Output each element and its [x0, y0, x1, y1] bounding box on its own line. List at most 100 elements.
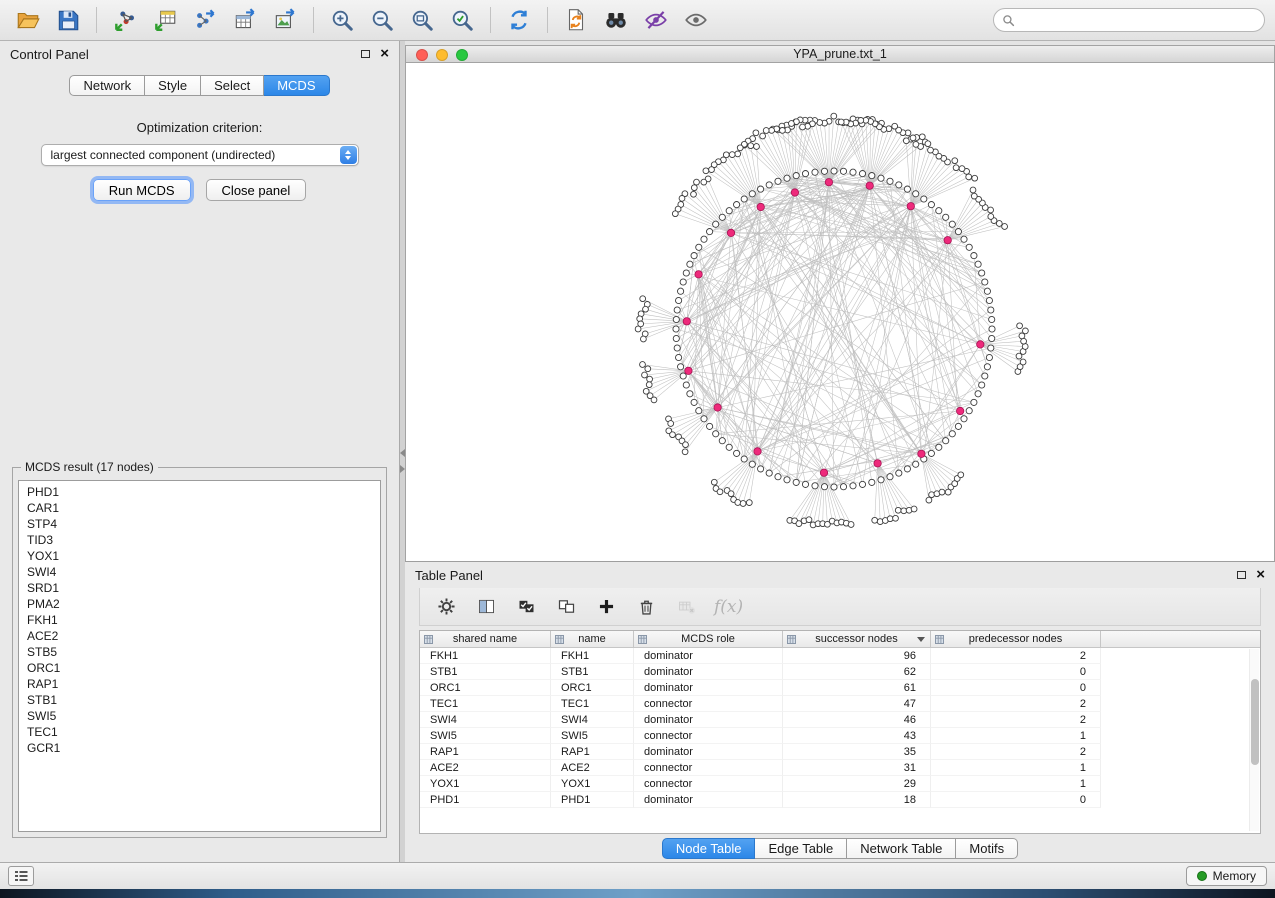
sort-descending-icon[interactable]	[917, 637, 925, 642]
table-row[interactable]: ACE2ACE2connector311	[420, 760, 1260, 776]
hide-selected-button[interactable]	[638, 4, 674, 36]
table-row[interactable]: STB1STB1dominator620	[420, 664, 1260, 680]
window-zoom-button[interactable]	[456, 49, 468, 61]
column-header-shared-name[interactable]: shared name	[420, 631, 551, 647]
table-row[interactable]: SWI4SWI4dominator462	[420, 712, 1260, 728]
close-panel-button[interactable]: Close panel	[206, 179, 307, 201]
result-node-item[interactable]: PMA2	[19, 596, 380, 612]
result-node-item[interactable]: PHD1	[19, 484, 380, 500]
cell-predecessors: 2	[931, 712, 1101, 728]
scrollbar-thumb[interactable]	[1251, 679, 1259, 765]
zoom-in-button[interactable]	[324, 4, 360, 36]
optimization-criterion-label: Optimization criterion:	[0, 120, 399, 135]
table-row[interactable]: SWI5SWI5connector431	[420, 728, 1260, 744]
zoom-fit-button[interactable]	[404, 4, 440, 36]
toolbar-separator	[547, 7, 548, 33]
toggle-columns-button[interactable]	[474, 595, 498, 619]
column-header-MCDS-role[interactable]: MCDS role	[634, 631, 783, 647]
run-mcds-button[interactable]: Run MCDS	[93, 179, 191, 201]
cell-shared_name: STB1	[420, 664, 551, 680]
select-all-button[interactable]	[514, 595, 538, 619]
add-column-button[interactable]	[594, 595, 618, 619]
export-image-button[interactable]	[267, 4, 303, 36]
table-row[interactable]: FKH1FKH1dominator962	[420, 648, 1260, 664]
tab-network[interactable]: Network	[69, 75, 145, 96]
tab-motifs[interactable]: Motifs	[956, 838, 1018, 859]
table-row[interactable]: ORC1ORC1dominator610	[420, 680, 1260, 696]
tab-network-table[interactable]: Network Table	[847, 838, 956, 859]
table-row[interactable]: PHD1PHD1dominator180	[420, 792, 1260, 808]
result-node-item[interactable]: RAP1	[19, 676, 380, 692]
deselect-all-button[interactable]	[554, 595, 578, 619]
float-panel-icon[interactable]	[361, 50, 370, 58]
open-folder-button[interactable]	[10, 4, 46, 36]
result-node-item[interactable]: CAR1	[19, 500, 380, 516]
status-bar: Memory	[0, 862, 1275, 889]
import-table-button[interactable]	[147, 4, 183, 36]
save-icon	[55, 7, 81, 33]
network-window-title: YPA_prune.txt_1	[793, 47, 887, 61]
close-panel-icon[interactable]: ×	[380, 48, 389, 60]
export-table-button[interactable]	[227, 4, 263, 36]
result-node-item[interactable]: SWI5	[19, 708, 380, 724]
cell-role: dominator	[634, 744, 783, 760]
export-network-button[interactable]	[187, 4, 223, 36]
result-node-item[interactable]: ACE2	[19, 628, 380, 644]
result-node-item[interactable]: TEC1	[19, 724, 380, 740]
column-header-name[interactable]: name	[551, 631, 634, 647]
delete-column-button[interactable]	[634, 595, 658, 619]
tab-style[interactable]: Style	[145, 75, 201, 96]
zoom-out-button[interactable]	[364, 4, 400, 36]
close-table-panel-icon[interactable]: ×	[1256, 569, 1265, 581]
expand-right-icon[interactable]	[400, 465, 405, 473]
column-header-label: shared name	[453, 633, 517, 645]
result-node-item[interactable]: FKH1	[19, 612, 380, 628]
memory-button[interactable]: Memory	[1186, 866, 1267, 886]
window-close-button[interactable]	[416, 49, 428, 61]
refresh-network-button[interactable]	[501, 4, 537, 36]
table-scrollbar[interactable]	[1249, 649, 1259, 831]
cell-role: connector	[634, 776, 783, 792]
result-node-item[interactable]: SWI4	[19, 564, 380, 580]
result-node-item[interactable]: YOX1	[19, 548, 380, 564]
column-header-predecessor-nodes[interactable]: predecessor nodes	[931, 631, 1101, 647]
cell-role: connector	[634, 728, 783, 744]
table-row[interactable]: TEC1TEC1connector472	[420, 696, 1260, 712]
task-history-button[interactable]	[8, 866, 34, 886]
column-header-successor-nodes[interactable]: successor nodes	[783, 631, 931, 647]
node-table: shared name nameMCDS rolesuccessor nodesp…	[419, 630, 1261, 834]
network-window-titlebar[interactable]: YPA_prune.txt_1	[405, 45, 1275, 63]
network-graph[interactable]	[406, 63, 1273, 561]
search-box[interactable]	[993, 8, 1265, 32]
collapse-left-icon[interactable]	[400, 449, 405, 457]
cell-successors: 47	[783, 696, 931, 712]
mcds-result-list[interactable]: PHD1CAR1STP4TID3YOX1SWI4SRD1PMA2FKH1ACE2…	[18, 480, 381, 832]
network-canvas[interactable]	[405, 63, 1275, 561]
zoom-selected-button[interactable]	[444, 4, 480, 36]
tab-select[interactable]: Select	[201, 75, 264, 96]
table-row[interactable]: RAP1RAP1dominator352	[420, 744, 1260, 760]
result-node-item[interactable]: SRD1	[19, 580, 380, 596]
cell-role: dominator	[634, 680, 783, 696]
result-node-item[interactable]: STP4	[19, 516, 380, 532]
search-input[interactable]	[1020, 13, 1256, 27]
float-table-panel-icon[interactable]	[1237, 571, 1246, 579]
criterion-dropdown[interactable]: largest connected component (undirected)	[41, 144, 359, 166]
vertical-splitter[interactable]	[400, 41, 405, 862]
result-node-item[interactable]: ORC1	[19, 660, 380, 676]
table-row[interactable]: YOX1YOX1connector291	[420, 776, 1260, 792]
result-node-item[interactable]: GCR1	[19, 740, 380, 756]
search-network-button[interactable]	[598, 4, 634, 36]
gear-button[interactable]	[434, 595, 458, 619]
tab-mcds[interactable]: MCDS	[264, 75, 329, 96]
tab-edge-table[interactable]: Edge Table	[755, 838, 847, 859]
result-node-item[interactable]: STB5	[19, 644, 380, 660]
window-minimize-button[interactable]	[436, 49, 448, 61]
import-network-button[interactable]	[107, 4, 143, 36]
save-button[interactable]	[50, 4, 86, 36]
tab-node-table[interactable]: Node Table	[662, 838, 756, 859]
result-node-item[interactable]: STB1	[19, 692, 380, 708]
show-all-button[interactable]	[678, 4, 714, 36]
result-node-item[interactable]: TID3	[19, 532, 380, 548]
share-document-button[interactable]	[558, 4, 594, 36]
